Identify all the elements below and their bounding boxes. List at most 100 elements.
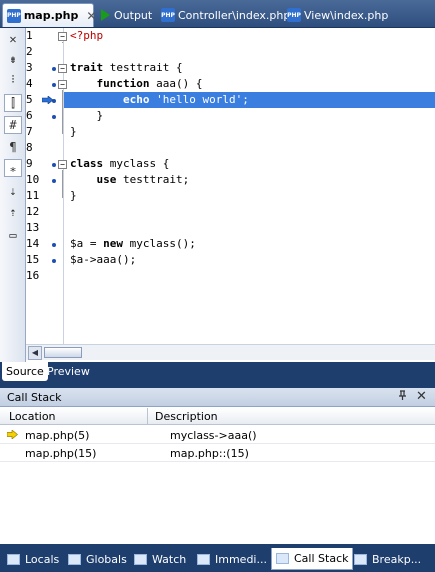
- keyword: class: [70, 157, 104, 170]
- tab-view-index[interactable]: PHP View\index.php: [283, 3, 392, 27]
- watch-icon: [134, 553, 147, 565]
- php-file-icon: PHP: [7, 8, 21, 23]
- tab-label: View\index.php: [304, 8, 389, 22]
- line-number-gutter: 1 2 3 4 5 6 7 8 9 10 11 12 13 14 15 16 −…: [26, 28, 67, 344]
- tab-immediate[interactable]: Immedi...: [193, 548, 271, 570]
- scroll-left-icon[interactable]: ◀: [28, 346, 42, 360]
- code-line-7: }: [64, 124, 435, 140]
- line-number: 9: [26, 157, 33, 170]
- line-marker: [52, 259, 56, 263]
- line-number: 16: [26, 269, 40, 282]
- tab-call-stack[interactable]: Call Stack: [271, 548, 354, 570]
- current-line-arrow-icon: [42, 96, 54, 104]
- code-line-1: <?php: [64, 28, 435, 44]
- table-row[interactable]: map.php(5) myclass->aaa(): [0, 426, 435, 444]
- keyword: use: [96, 173, 117, 186]
- line-number: 7: [26, 125, 33, 138]
- table-header: Location Description: [0, 408, 435, 425]
- tab-preview[interactable]: Preview: [43, 362, 94, 381]
- code-text: aaa() {: [149, 77, 203, 90]
- tab-breakpoints[interactable]: Breakp...: [350, 548, 425, 570]
- paragraph-icon[interactable]: ¶: [4, 138, 22, 156]
- code-text: }: [96, 109, 104, 122]
- call-stack-panel: Call Stack ✕ Location Description map.ph…: [0, 388, 435, 544]
- toggle-bookmark-icon[interactable]: ⫿: [4, 94, 22, 112]
- php-file-icon: PHP: [287, 8, 301, 22]
- code-text: myclass();: [123, 237, 196, 250]
- tab-label: map.php: [23, 9, 79, 22]
- code-line-15: $a->aaa();: [64, 252, 435, 268]
- tab-label: Controller\index.php: [178, 8, 291, 22]
- pin-icon[interactable]: [398, 390, 407, 404]
- tab-label: Immedi...: [215, 552, 267, 566]
- tab-source[interactable]: Source: [2, 362, 48, 381]
- line-number: 11: [26, 189, 40, 202]
- column-header-description[interactable]: Description: [155, 410, 218, 423]
- line-number: 2: [26, 45, 33, 58]
- tab-label: Call Stack: [294, 552, 349, 565]
- tab-map-php[interactable]: PHP map.php ✕: [2, 3, 96, 27]
- line-number: 10: [26, 173, 40, 186]
- debug-tab-bar: Locals Globals Watch Immedi... Call Stac…: [0, 544, 435, 572]
- table-row[interactable]: map.php(15) map.php::(15): [0, 444, 435, 462]
- horizontal-scrollbar[interactable]: ◀: [26, 344, 435, 360]
- column-header-location[interactable]: Location: [9, 410, 56, 423]
- line-marker: [52, 163, 56, 167]
- breakpoints-icon: [354, 553, 367, 565]
- fold-line: [62, 170, 63, 198]
- outdent-icon[interactable]: ⁝: [4, 70, 22, 88]
- line-number: 14: [26, 237, 40, 250]
- line-number: 4: [26, 77, 33, 90]
- tab-label: Globals: [86, 552, 127, 566]
- tab-label: Watch: [152, 552, 187, 566]
- tab-label: Locals: [25, 552, 60, 566]
- code-text: testtrait {: [103, 61, 183, 74]
- line-number: 3: [26, 61, 33, 74]
- location-cell: map.php(15): [25, 447, 97, 460]
- tab-controller-index[interactable]: PHP Controller\index.php: [157, 3, 294, 27]
- line-marker: [52, 179, 56, 183]
- line-marker: [52, 83, 56, 87]
- tab-watch[interactable]: Watch: [130, 548, 190, 570]
- document-tab-bar: PHP map.php ✕ Output PHP Controller\inde…: [0, 0, 435, 28]
- code-text: ;: [242, 93, 249, 106]
- scroll-thumb[interactable]: [44, 347, 82, 358]
- code-line-5-current: echo 'hello world';: [64, 92, 435, 108]
- comment-icon[interactable]: ⇣: [4, 182, 22, 200]
- code-area[interactable]: <?php trait testtrait { function aaa() {…: [64, 28, 435, 344]
- immediate-window-icon: [197, 553, 210, 565]
- close-icon[interactable]: ✕: [86, 9, 96, 23]
- editor-toolstrip: ✕ ⇟ ⁝ ⫿ # ¶ ⁎ ⇣ ⇡ ▭: [0, 28, 26, 362]
- panel-title-bar: Call Stack ✕: [0, 388, 435, 407]
- current-frame-arrow-icon: [7, 430, 18, 439]
- code-line-11: }: [64, 188, 435, 204]
- php-file-icon: PHP: [161, 8, 175, 22]
- tab-output[interactable]: Output: [97, 3, 156, 27]
- line-marker: [52, 243, 56, 247]
- column-divider[interactable]: [147, 408, 148, 425]
- close-icon[interactable]: ✕: [416, 389, 427, 404]
- locals-icon: [7, 553, 20, 565]
- keyword: function: [96, 77, 150, 90]
- php-open-tag: <?php: [70, 29, 104, 42]
- uncomment-icon[interactable]: ⇡: [4, 203, 22, 221]
- panel-title: Call Stack: [7, 391, 62, 404]
- tab-globals[interactable]: Globals: [64, 548, 131, 570]
- code-text: $a->aaa();: [70, 253, 137, 266]
- code-text: myclass {: [103, 157, 170, 170]
- tab-locals[interactable]: Locals: [3, 548, 63, 570]
- monitor-icon[interactable]: ▭: [4, 226, 22, 244]
- indent-icon[interactable]: ⇟: [4, 50, 22, 68]
- tab-label: Breakp...: [372, 552, 422, 566]
- insert-icon[interactable]: ⁎: [4, 159, 22, 177]
- hash-icon[interactable]: #: [4, 116, 22, 134]
- string-literal: 'hello world': [149, 93, 243, 106]
- call-stack-icon: [276, 553, 289, 564]
- play-icon: [101, 9, 110, 21]
- description-cell: myclass->aaa(): [170, 429, 257, 442]
- tab-label: Output: [114, 8, 153, 22]
- code-text: }: [70, 125, 77, 138]
- keyword: new: [103, 237, 123, 250]
- close-icon[interactable]: ✕: [4, 30, 22, 48]
- location-cell: map.php(5): [25, 429, 90, 442]
